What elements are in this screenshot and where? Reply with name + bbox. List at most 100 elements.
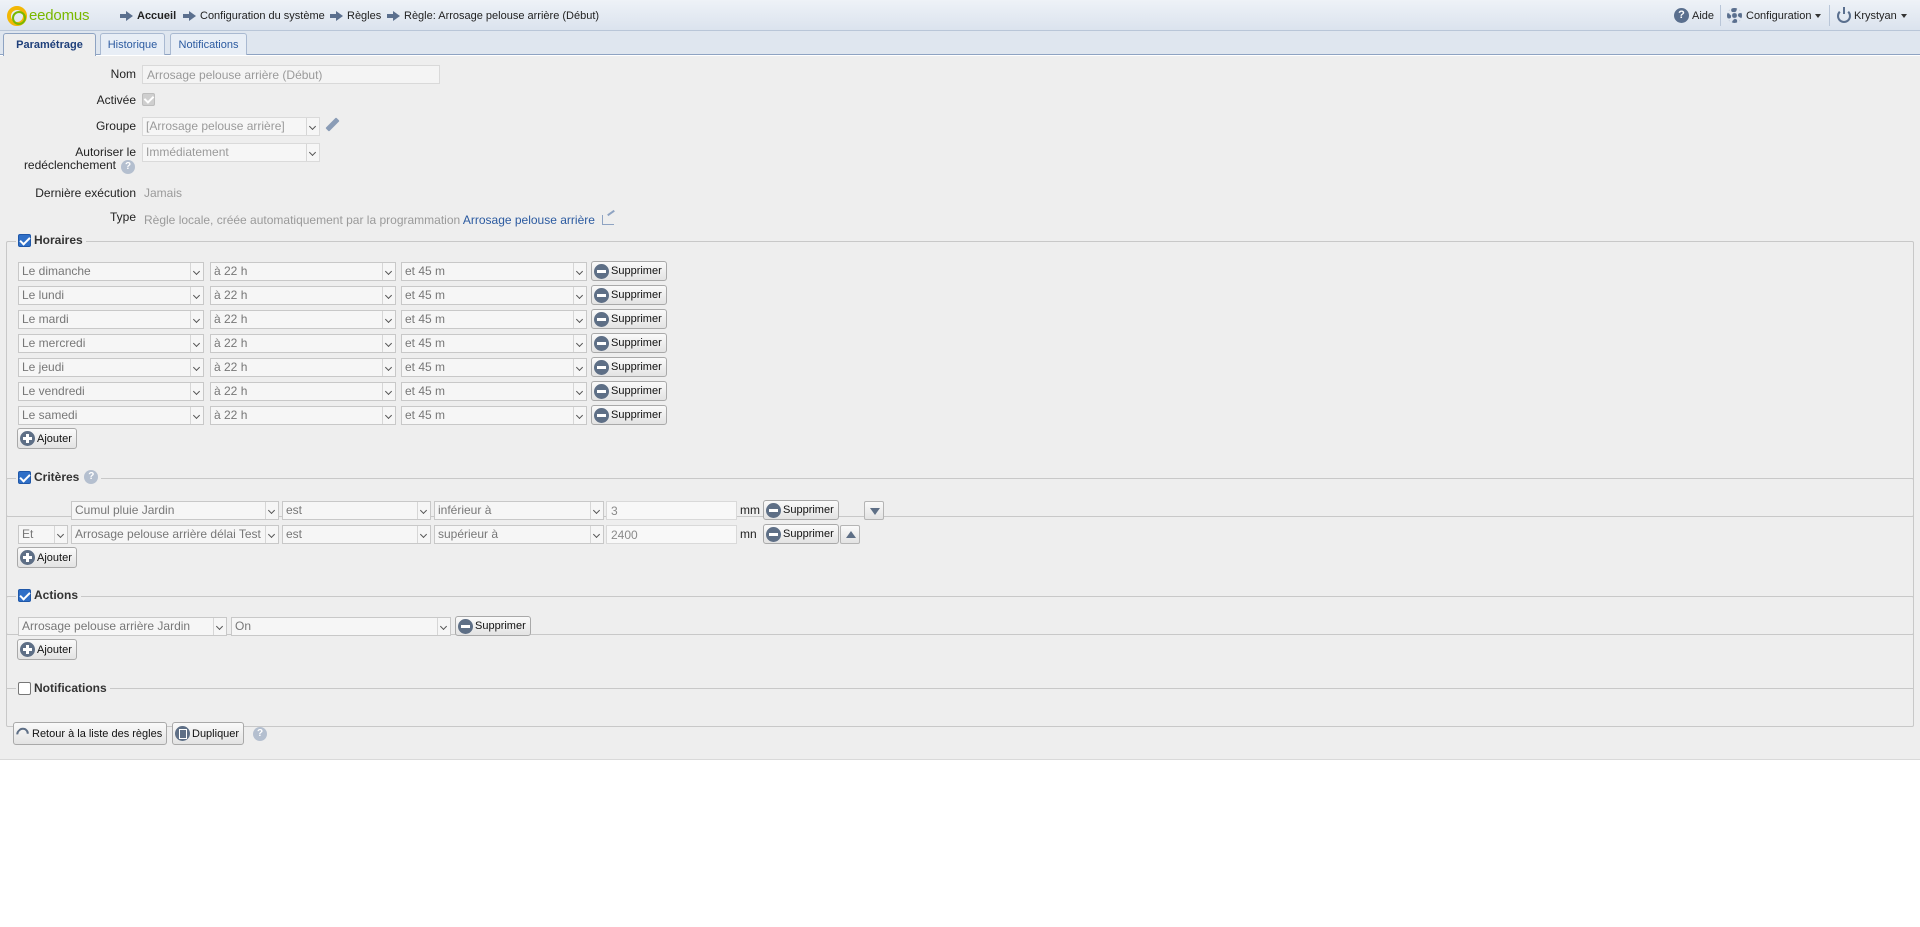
horaires-fieldset	[6, 241, 1914, 517]
supprimer-label: Supprimer	[611, 313, 662, 325]
dupliquer-button[interactable]: Dupliquer	[172, 722, 245, 745]
horaire-hour-select[interactable]: à 22 h	[210, 358, 396, 377]
horaire-day-select-value: Le samedi	[22, 408, 78, 422]
actions-legend[interactable]: Actions	[16, 588, 82, 602]
critere-verb-select[interactable]: est	[282, 501, 431, 520]
horaires-checkbox[interactable]	[18, 233, 31, 247]
tab-historique[interactable]: Historique	[100, 33, 165, 55]
horaire-delete-button[interactable]: Supprimer	[591, 381, 667, 401]
horaire-hour-select[interactable]: à 22 h	[210, 286, 396, 305]
horaire-delete-button[interactable]: Supprimer	[591, 309, 667, 329]
horaire-day-select[interactable]: Le mercredi	[18, 334, 204, 353]
horaires-add-button[interactable]: Ajouter	[17, 428, 77, 449]
autoriser-select[interactable]: Immédiatement	[142, 143, 320, 162]
user-menu[interactable]: Krystyan	[1837, 0, 1907, 31]
chevron-down-icon	[573, 287, 586, 304]
help-menu[interactable]: ? Aide	[1674, 0, 1714, 31]
programmation-link[interactable]: Arrosage pelouse arrière	[463, 213, 595, 227]
horaire-delete-button[interactable]: Supprimer	[591, 357, 667, 377]
horaire-delete-button[interactable]: Supprimer	[591, 333, 667, 353]
move-down-icon[interactable]	[864, 501, 884, 520]
horaire-minute-select[interactable]: et 45 m	[401, 262, 587, 281]
duplicate-icon	[175, 726, 190, 741]
help-icon[interactable]: ?	[121, 160, 135, 174]
critere-operator-select[interactable]: supérieur à	[434, 525, 604, 544]
chevron-down-icon	[190, 287, 203, 304]
tab-parametrage[interactable]: Paramétrage	[3, 33, 96, 56]
horaire-day-select[interactable]: Le lundi	[18, 286, 204, 305]
criteres-checkbox[interactable]	[18, 470, 31, 484]
chevron-down-icon	[382, 287, 395, 304]
critere-operator-select[interactable]: inférieur à	[434, 501, 604, 520]
horaire-delete-button[interactable]: Supprimer	[591, 285, 667, 305]
notifications-checkbox[interactable]	[18, 681, 31, 695]
critere-operator-select-value: supérieur à	[438, 527, 499, 541]
horaire-minute-select[interactable]: et 45 m	[401, 406, 587, 425]
action-delete-button[interactable]: Supprimer	[455, 616, 531, 636]
horaire-hour-select[interactable]: à 22 h	[210, 262, 396, 281]
critere-value-input[interactable]: 2400	[606, 525, 737, 544]
move-up-icon[interactable]	[840, 525, 860, 544]
nom-input[interactable]: Arrosage pelouse arrière (Début)	[142, 65, 440, 84]
action-device-select[interactable]: Arrosage pelouse arrière Jardin	[18, 617, 227, 636]
horaire-minute-select[interactable]: et 45 m	[401, 382, 587, 401]
horaire-hour-select[interactable]: à 22 h	[210, 382, 396, 401]
critere-device-select[interactable]: Arrosage pelouse arrière délai Test	[71, 525, 279, 544]
horaire-day-select-value: Le dimanche	[22, 264, 91, 278]
help-icon[interactable]: ?	[84, 470, 99, 484]
notifications-legend[interactable]: Notifications	[16, 681, 110, 695]
horaire-day-select[interactable]: Le samedi	[18, 406, 204, 425]
chevron-down-icon	[190, 311, 203, 328]
supprimer-label: Supprimer	[611, 265, 662, 277]
chevron-down-icon	[590, 526, 603, 543]
chevron-down-icon	[190, 407, 203, 424]
horaire-minute-select[interactable]: et 45 m	[401, 334, 587, 353]
chevron-down-icon	[265, 526, 278, 543]
horaire-day-select[interactable]: Le mardi	[18, 310, 204, 329]
horaire-day-select[interactable]: Le vendredi	[18, 382, 204, 401]
horaire-minute-select[interactable]: et 45 m	[401, 358, 587, 377]
critere-delete-button[interactable]: Supprimer	[763, 524, 839, 544]
horaire-hour-select[interactable]: à 22 h	[210, 406, 396, 425]
actions-add-button[interactable]: Ajouter	[17, 639, 77, 660]
breadcrumb-regles[interactable]: Règles	[330, 0, 381, 31]
tab-notifications[interactable]: Notifications	[170, 33, 247, 55]
ajouter-label: Ajouter	[37, 551, 72, 564]
action-value-select[interactable]: On	[231, 617, 451, 636]
supprimer-label: Supprimer	[475, 620, 526, 632]
horaire-minute-select[interactable]: et 45 m	[401, 286, 587, 305]
configuration-label: Configuration	[1746, 9, 1812, 22]
horaire-minute-select[interactable]: et 45 m	[401, 310, 587, 329]
activee-checkbox[interactable]	[142, 93, 155, 106]
ajouter-label: Ajouter	[37, 432, 72, 445]
criteres-add-button[interactable]: Ajouter	[17, 547, 77, 568]
critere-verb-select[interactable]: est	[282, 525, 431, 544]
horaire-day-select[interactable]: Le dimanche	[18, 262, 204, 281]
criteres-legend[interactable]: Critères ?	[16, 470, 102, 484]
configuration-menu[interactable]: Configuration	[1727, 0, 1822, 31]
pencil-edit-icon[interactable]	[324, 117, 340, 133]
chevron-down-icon	[265, 502, 278, 519]
horaire-delete-button[interactable]: Supprimer	[591, 261, 667, 281]
external-link-icon[interactable]	[602, 215, 615, 225]
arrow-right-icon	[387, 10, 400, 21]
groupe-select[interactable]: [Arrosage pelouse arrière]	[142, 117, 320, 136]
horaire-delete-button[interactable]: Supprimer	[591, 405, 667, 425]
horaire-hour-select[interactable]: à 22 h	[210, 310, 396, 329]
chevron-down-icon	[1900, 13, 1907, 18]
horaires-legend[interactable]: Horaires	[16, 233, 86, 247]
horaire-day-select[interactable]: Le jeudi	[18, 358, 204, 377]
actions-checkbox[interactable]	[18, 588, 31, 602]
arrow-right-icon	[330, 10, 343, 21]
help-icon[interactable]: ?	[253, 727, 267, 741]
critere-value-input[interactable]: 3	[606, 501, 737, 520]
breadcrumb-configuration[interactable]: Configuration du système	[183, 0, 325, 31]
breadcrumb-accueil[interactable]: Accueil	[120, 0, 176, 31]
horaire-hour-select[interactable]: à 22 h	[210, 334, 396, 353]
eedomus-logo[interactable]: eedomus	[7, 5, 90, 26]
critere-delete-button[interactable]: Supprimer	[763, 500, 839, 520]
critere-connector-select[interactable]: Et	[18, 525, 68, 544]
critere-device-select[interactable]: Cumul pluie Jardin	[71, 501, 279, 520]
minus-icon	[594, 383, 609, 399]
retour-button[interactable]: Retour à la liste des règles	[13, 722, 168, 745]
